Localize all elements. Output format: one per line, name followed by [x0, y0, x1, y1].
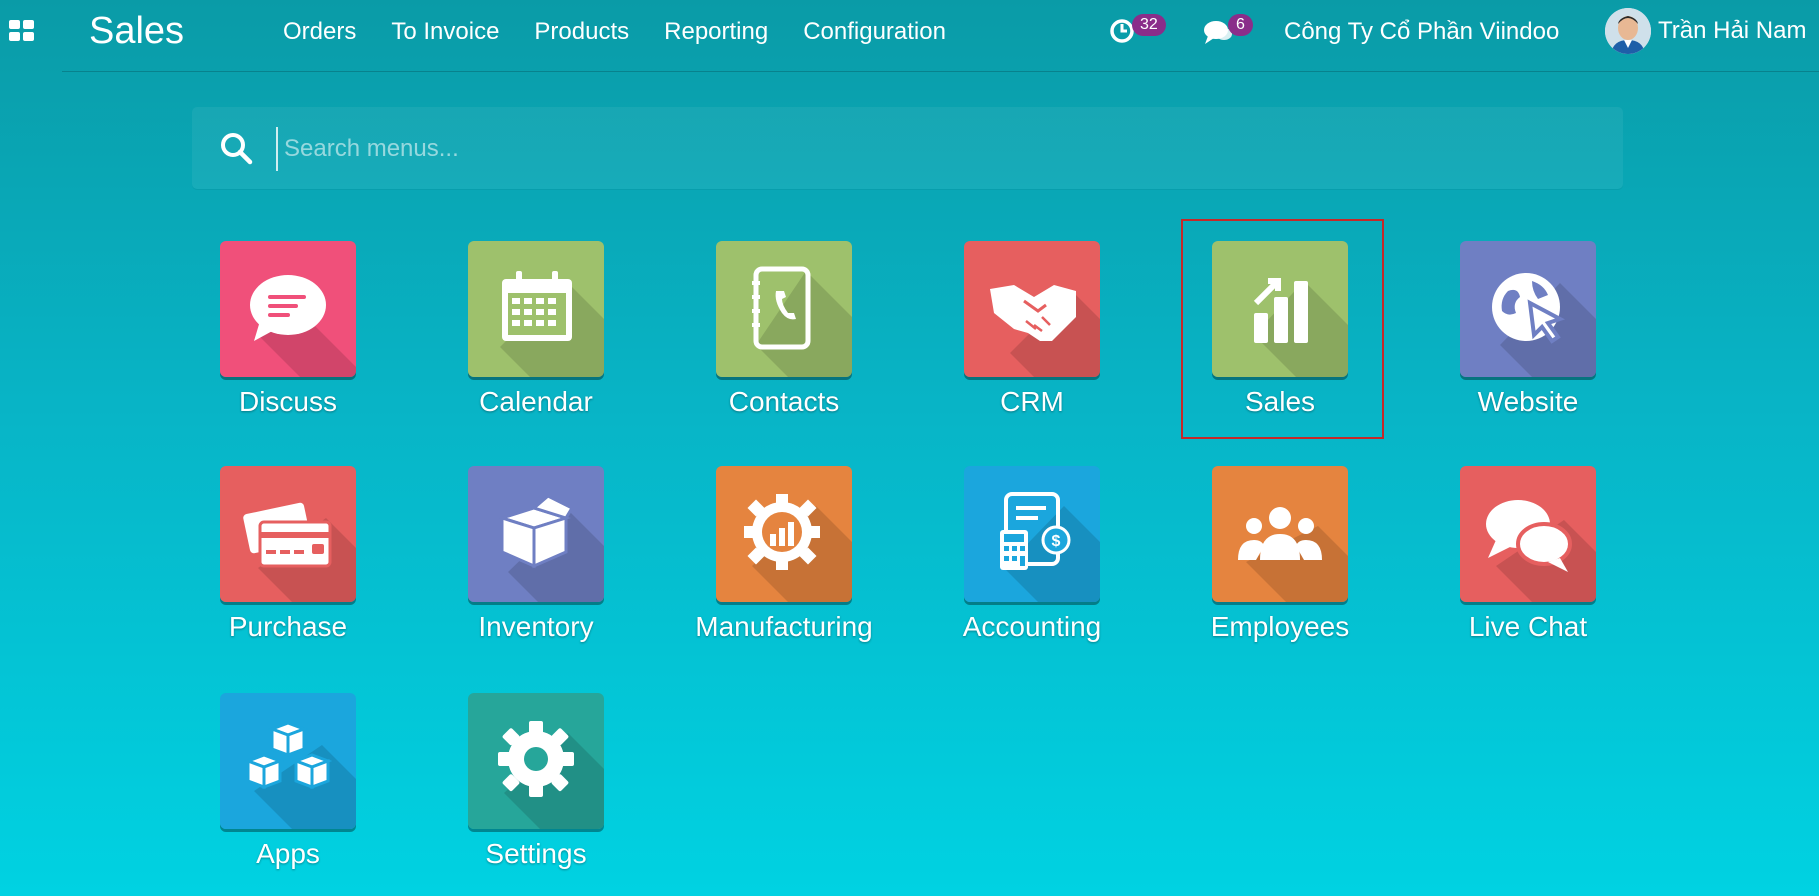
app-settings[interactable]: Settings [427, 673, 627, 873]
accounting-tile: $ [964, 466, 1100, 602]
avatar [1605, 8, 1651, 54]
website-tile [1460, 241, 1596, 377]
app-purchase[interactable]: Purchase [179, 446, 379, 646]
menu-reporting[interactable]: Reporting [664, 16, 768, 48]
user-name: Trần Hải Nam [1658, 17, 1807, 44]
contacts-tile [716, 241, 852, 377]
purchase-tile [220, 466, 356, 602]
chat-bubbles-icon [1460, 466, 1596, 602]
app-calendar[interactable]: Calendar [427, 221, 627, 421]
app-label: Manufacturing [695, 611, 873, 642]
main-menu: Orders To Invoice Products Reporting Con… [283, 16, 981, 48]
live-chat-tile [1460, 466, 1596, 602]
discuss-tile [220, 241, 356, 377]
app-label: Settings [485, 838, 587, 869]
settings-tile [468, 693, 604, 829]
messages-icon [1204, 21, 1232, 44]
app-employees[interactable]: Employees [1171, 446, 1371, 646]
app-manufacturing[interactable]: Manufacturing [675, 446, 875, 646]
menu-products[interactable]: Products [534, 16, 629, 48]
app-website[interactable]: Website [1419, 221, 1619, 421]
app-switcher-icon[interactable] [9, 20, 35, 42]
app-crm[interactable]: CRM [923, 221, 1123, 421]
crm-tile [964, 241, 1100, 377]
company-switcher[interactable]: Công Ty Cổ Phần Viindoo [1284, 16, 1559, 48]
chat-bubble-icon [220, 241, 356, 377]
calendar-tile [468, 241, 604, 377]
messages-button[interactable]: 6 [1203, 12, 1253, 52]
inventory-tile [468, 466, 604, 602]
app-label: Sales [1244, 386, 1316, 417]
calendar-icon [468, 241, 604, 377]
search-bar [192, 107, 1623, 189]
gear-chart-icon [716, 466, 852, 602]
invoice-calculator-icon: $ [964, 466, 1100, 602]
app-contacts[interactable]: Contacts [675, 221, 875, 421]
app-sales[interactable]: Sales [1171, 221, 1371, 421]
app-label: CRM [1000, 386, 1064, 417]
topbar-divider [62, 71, 1819, 72]
app-label: Apps [256, 838, 320, 869]
app-live-chat[interactable]: Live Chat [1419, 446, 1619, 646]
menu-configuration[interactable]: Configuration [803, 16, 946, 48]
app-apps[interactable]: Apps [179, 673, 379, 873]
people-icon [1212, 466, 1348, 602]
messages-count-badge: 6 [1228, 14, 1253, 36]
user-menu[interactable]: Trần Hải Nam [1605, 8, 1806, 54]
handshake-icon [964, 241, 1100, 377]
app-accounting[interactable]: $ Accounting [923, 446, 1123, 646]
app-label: Contacts [728, 386, 840, 417]
app-label: Accounting [962, 611, 1102, 642]
cubes-icon [220, 693, 356, 829]
menu-to-invoice[interactable]: To Invoice [391, 16, 499, 48]
search-input[interactable] [276, 127, 1586, 171]
app-inventory[interactable]: Inventory [427, 446, 627, 646]
credit-card-icon [220, 466, 356, 602]
app-label: Employees [1210, 611, 1350, 642]
activity-count-badge: 32 [1132, 14, 1166, 36]
app-label: Calendar [479, 386, 593, 417]
globe-cursor-icon [1460, 241, 1596, 377]
search-icon [221, 133, 253, 165]
app-label: Purchase [228, 611, 348, 642]
sales-chart-icon [1212, 241, 1348, 377]
svg-text:$: $ [1052, 533, 1061, 550]
app-label: Inventory [478, 611, 594, 642]
app-label: Live Chat [1468, 611, 1588, 642]
app-label: Discuss [238, 386, 337, 417]
address-book-icon [716, 241, 852, 377]
app-brand[interactable]: Sales [89, 9, 184, 53]
sales-tile [1212, 241, 1348, 377]
employees-tile [1212, 466, 1348, 602]
menu-orders[interactable]: Orders [283, 16, 356, 48]
app-label: Website [1477, 386, 1579, 417]
apps-tile [220, 693, 356, 829]
activity-button[interactable]: 32 [1110, 12, 1166, 52]
gear-icon [468, 693, 604, 829]
app-discuss[interactable]: Discuss [179, 221, 379, 421]
top-navbar: Sales Orders To Invoice Products Reporti… [0, 0, 1819, 62]
manufacturing-tile [716, 466, 852, 602]
box-icon [468, 466, 604, 602]
